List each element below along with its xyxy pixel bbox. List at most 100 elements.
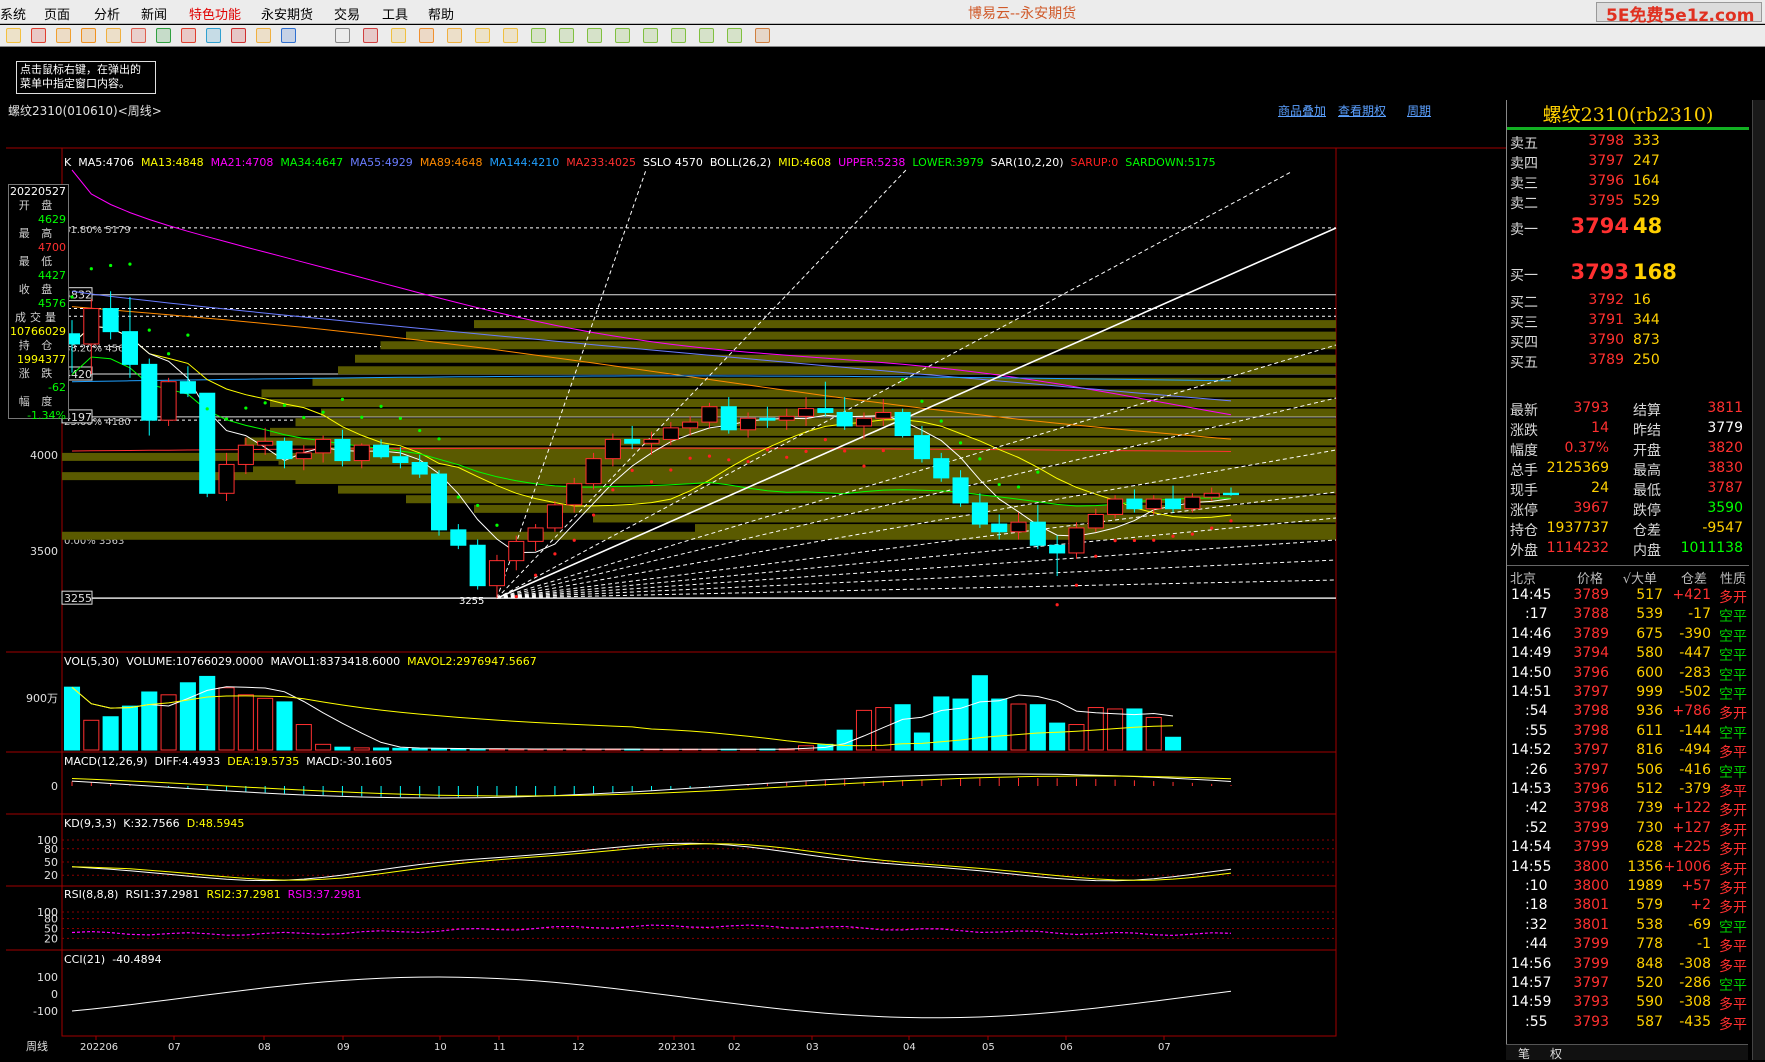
menu-item-3[interactable]: 新闻 bbox=[141, 4, 167, 23]
toolbar-icon-22[interactable] bbox=[615, 28, 630, 43]
candle-body[interactable] bbox=[160, 381, 177, 421]
menu-item-4[interactable]: 特色功能 bbox=[189, 4, 241, 23]
candle-body[interactable] bbox=[1029, 521, 1046, 546]
candle-body[interactable] bbox=[797, 408, 815, 417]
toolbar-icon-6[interactable] bbox=[156, 28, 171, 43]
candle-body[interactable] bbox=[527, 527, 544, 542]
volume-bar[interactable] bbox=[836, 729, 853, 751]
volume-bar[interactable] bbox=[1029, 704, 1046, 751]
candle-body[interactable] bbox=[971, 502, 988, 525]
candle-body[interactable] bbox=[1126, 498, 1143, 510]
toolbar-icon-12[interactable] bbox=[335, 28, 350, 43]
candle-body[interactable] bbox=[1087, 513, 1104, 529]
ask-row[interactable]: 卖三 3796 164 bbox=[1507, 173, 1749, 193]
volume-bar[interactable] bbox=[63, 686, 81, 751]
menu-item-8[interactable]: 帮助 bbox=[428, 4, 454, 23]
candle-body[interactable] bbox=[604, 438, 621, 460]
toolbar-icon-27[interactable] bbox=[755, 28, 770, 43]
candle-body[interactable] bbox=[430, 473, 448, 531]
menu-item-2[interactable]: 分析 bbox=[94, 4, 120, 23]
toolbar-icon-2[interactable] bbox=[56, 28, 71, 43]
candle-body[interactable] bbox=[1010, 521, 1027, 533]
toolbar-icon-26[interactable] bbox=[727, 28, 742, 43]
volume-bar[interactable] bbox=[430, 748, 448, 751]
candle-body[interactable] bbox=[933, 458, 950, 479]
volume-bar[interactable] bbox=[1087, 707, 1104, 751]
candle-body[interactable] bbox=[624, 438, 641, 444]
toolbar-icon-19[interactable] bbox=[531, 28, 546, 43]
volume-bar[interactable] bbox=[392, 747, 409, 751]
candle-body[interactable] bbox=[952, 477, 969, 504]
candle-body[interactable] bbox=[1107, 498, 1124, 515]
menu-item-0[interactable]: 系统 bbox=[0, 4, 26, 23]
candle-body[interactable] bbox=[855, 417, 873, 427]
toolbar-icon-24[interactable] bbox=[671, 28, 686, 43]
ask-row[interactable]: 卖四 3797 247 bbox=[1507, 153, 1749, 173]
candle-body[interactable] bbox=[334, 438, 351, 462]
candle-body[interactable] bbox=[257, 440, 274, 446]
volume-bar[interactable] bbox=[276, 701, 293, 751]
menu-item-1[interactable]: 页面 bbox=[44, 4, 70, 23]
menu-item-5[interactable]: 永安期货 bbox=[261, 4, 313, 23]
candle-body[interactable] bbox=[315, 438, 332, 454]
candle-body[interactable] bbox=[643, 438, 660, 444]
volume-bar[interactable] bbox=[315, 743, 332, 751]
candle-body[interactable] bbox=[469, 544, 486, 587]
candle-body[interactable] bbox=[373, 444, 390, 458]
toolbar-icon-0[interactable] bbox=[6, 28, 21, 43]
candle-body[interactable] bbox=[701, 406, 718, 423]
toolbar-icon-23[interactable] bbox=[643, 28, 658, 43]
candle-body[interactable] bbox=[488, 560, 506, 587]
tab-ticks[interactable]: 笔 bbox=[1518, 1045, 1530, 1062]
toolbar-icon-1[interactable] bbox=[31, 28, 46, 43]
volume-bar[interactable] bbox=[1049, 722, 1066, 751]
candle-body[interactable] bbox=[546, 504, 563, 529]
candle-body[interactable] bbox=[875, 411, 892, 419]
toolbar-icon-25[interactable] bbox=[699, 28, 714, 43]
toolbar-icon-20[interactable] bbox=[559, 28, 574, 43]
toolbar-icon-3[interactable] bbox=[81, 28, 96, 43]
volume-bar[interactable] bbox=[855, 709, 873, 751]
candle-body[interactable] bbox=[1203, 492, 1220, 498]
candle-body[interactable] bbox=[411, 462, 428, 475]
toolbar-icon-10[interactable] bbox=[256, 28, 271, 43]
toolbar-icon-4[interactable] bbox=[106, 28, 121, 43]
candle-body[interactable] bbox=[662, 427, 679, 440]
gann-fan-line[interactable] bbox=[496, 559, 1337, 599]
volume-bar[interactable] bbox=[991, 698, 1008, 751]
period-link[interactable]: 周期 bbox=[1407, 102, 1431, 119]
candle-body[interactable] bbox=[1165, 498, 1182, 510]
kline-chart[interactable]: K MA5:4706 MA13:4848 MA21:4708 MA34:4647 MA55… bbox=[6, 100, 1506, 1060]
ask-row[interactable]: 卖五 3798 333 bbox=[1507, 133, 1749, 153]
volume-bar[interactable] bbox=[257, 697, 274, 751]
candle-body[interactable] bbox=[276, 440, 293, 460]
bid-row[interactable]: 买三 3791 344 bbox=[1507, 312, 1749, 332]
overlay-link[interactable]: 商品叠加 bbox=[1278, 102, 1326, 119]
candle-body[interactable] bbox=[1222, 492, 1240, 496]
candle-body[interactable] bbox=[759, 417, 776, 421]
candle-body[interactable] bbox=[295, 452, 312, 460]
volume-bar[interactable] bbox=[373, 747, 390, 751]
candle-body[interactable] bbox=[740, 417, 757, 431]
candle-body[interactable] bbox=[102, 308, 119, 333]
tick-row[interactable]: :55 3793 587 -435 多平 bbox=[1507, 1014, 1749, 1036]
volume-bar[interactable] bbox=[121, 705, 138, 751]
options-link[interactable]: 查看期权 bbox=[1338, 102, 1386, 119]
toolbar-icon-18[interactable] bbox=[503, 28, 518, 43]
candle-body[interactable] bbox=[817, 408, 834, 413]
bid-row[interactable]: 买四 3790 873 bbox=[1507, 332, 1749, 352]
candle-body[interactable] bbox=[720, 406, 737, 431]
candle-body[interactable] bbox=[392, 456, 409, 464]
candle-body[interactable] bbox=[913, 435, 930, 460]
candle-body[interactable] bbox=[83, 308, 100, 345]
toolbar-icon-17[interactable] bbox=[475, 28, 490, 43]
toolbar-icon-9[interactable] bbox=[231, 28, 246, 43]
volume-bar[interactable] bbox=[334, 746, 351, 751]
candle-body[interactable] bbox=[141, 363, 158, 421]
candle-body[interactable] bbox=[682, 421, 699, 429]
candle-body[interactable] bbox=[218, 463, 235, 494]
candle-body[interactable] bbox=[450, 529, 467, 546]
menu-item-6[interactable]: 交易 bbox=[334, 4, 360, 23]
bid-row[interactable]: 买二 3792 16 bbox=[1507, 292, 1749, 312]
candle-body[interactable] bbox=[179, 381, 196, 394]
